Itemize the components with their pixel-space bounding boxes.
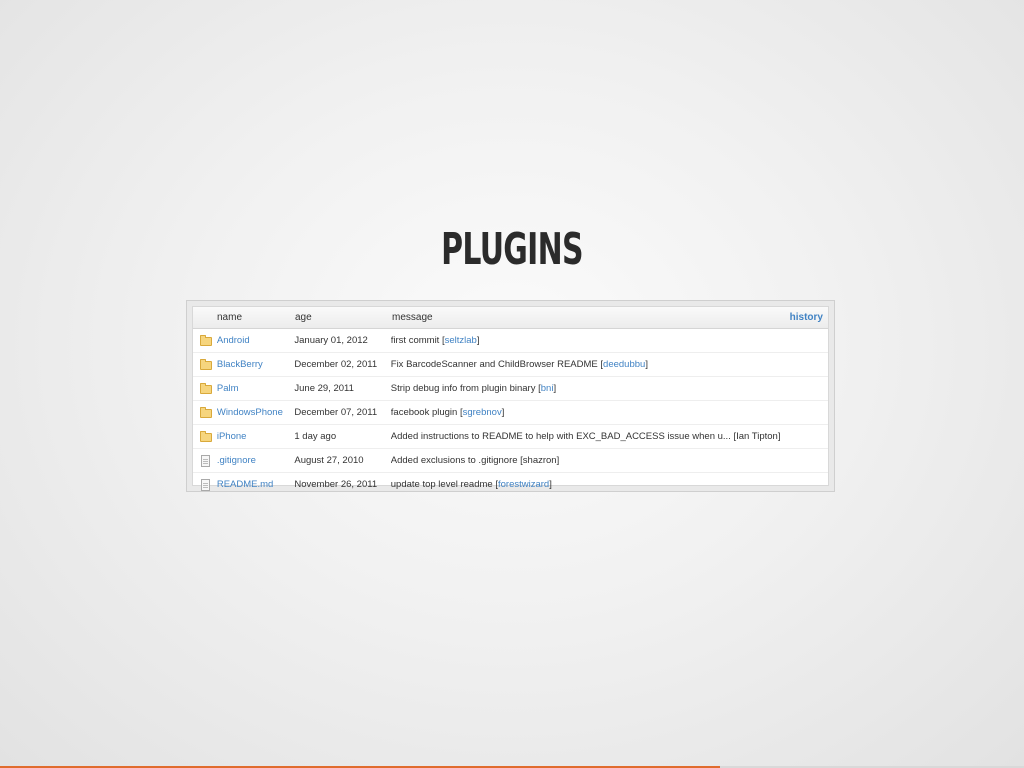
file-name-link[interactable]: BlackBerry (217, 359, 295, 370)
table-header: name age message history (193, 307, 828, 329)
file-name-link[interactable]: Palm (217, 383, 295, 394)
commit-age: August 27, 2010 (294, 455, 364, 466)
commit-message: update top level readme [forestwizard] (391, 479, 828, 490)
folder-icon (195, 335, 217, 346)
commit-message-suffix: ] (476, 335, 480, 346)
commit-age: 1 day ago (294, 431, 337, 442)
commit-author-link[interactable]: sgrebnov (463, 407, 502, 418)
commit-author-link[interactable]: seltzlab (445, 335, 477, 346)
table-row: Android January 01, 2012 first commit [s… (193, 329, 828, 353)
slide-title: PLUGINS (441, 224, 583, 275)
folder-icon (195, 431, 217, 442)
table-row: WindowsPhone December 07, 2011 facebook … (193, 401, 828, 425)
commit-message-text: Fix BarcodeScanner and ChildBrowser READ… (390, 359, 604, 370)
history-link[interactable]: history (790, 312, 823, 323)
commit-message-text: update top level readme [ (390, 479, 498, 490)
message-column-header: message (392, 312, 433, 323)
commit-message: Strip debug info from plugin binary [bni… (391, 383, 828, 394)
commit-message-text: Added exclusions to .gitignore [shazron] (390, 455, 560, 466)
commit-message: facebook plugin [sgrebnov] (391, 407, 828, 418)
commit-message-suffix: ] (645, 359, 648, 370)
commit-message-suffix: ] (553, 383, 557, 394)
commit-message-text: Added instructions to README to help wit… (390, 431, 781, 442)
commit-author-link[interactable]: deedubbu (603, 359, 645, 370)
commit-message-text: first commit [ (390, 335, 445, 346)
file-table: name age message history Android January… (192, 306, 829, 491)
file-name-link[interactable]: WindowsPhone (217, 407, 295, 418)
commit-age: December 02, 2011 (294, 359, 378, 370)
commit-message-suffix: ] (501, 407, 505, 418)
age-column-header: age (295, 312, 312, 323)
folder-icon (195, 407, 217, 418)
file-name-link[interactable]: .gitignore (217, 455, 295, 466)
file-name-link[interactable]: README.md (217, 479, 295, 490)
commit-message-suffix: ] (549, 479, 552, 490)
repository-file-browser: name age message history Android January… (186, 300, 835, 492)
commit-age: January 01, 2012 (294, 335, 368, 346)
commit-message: Added instructions to README to help wit… (391, 431, 828, 442)
commit-message: first commit [seltzlab] (391, 335, 828, 346)
folder-icon (195, 359, 217, 370)
commit-age: June 29, 2011 (294, 383, 354, 394)
file-icon (195, 478, 217, 491)
table-row: iPhone 1 day ago Added instructions to R… (193, 425, 828, 449)
commit-message: Added exclusions to .gitignore [shazron] (391, 455, 828, 466)
commit-message-text: Strip debug info from plugin binary [ (390, 383, 541, 394)
table-row: Palm June 29, 2011 Strip debug info from… (193, 377, 828, 401)
folder-icon (195, 383, 217, 394)
table-row: BlackBerry December 02, 2011 Fix Barcode… (193, 353, 828, 377)
table-row: README.md November 26, 2011 update top l… (193, 473, 828, 496)
file-name-link[interactable]: Android (217, 335, 295, 346)
name-column-header: name (217, 312, 243, 323)
file-icon (195, 454, 217, 467)
file-name-link[interactable]: iPhone (217, 431, 295, 442)
commit-message: Fix BarcodeScanner and ChildBrowser READ… (391, 359, 828, 370)
commit-message-text: facebook plugin [ (390, 407, 463, 418)
commit-author-link[interactable]: forestwizard (498, 479, 549, 490)
table-row: .gitignore August 27, 2010 Added exclusi… (193, 449, 828, 473)
commit-author-link[interactable]: bni (541, 383, 554, 394)
commit-age: December 07, 2011 (294, 407, 378, 418)
commit-age: November 26, 2011 (294, 479, 378, 490)
